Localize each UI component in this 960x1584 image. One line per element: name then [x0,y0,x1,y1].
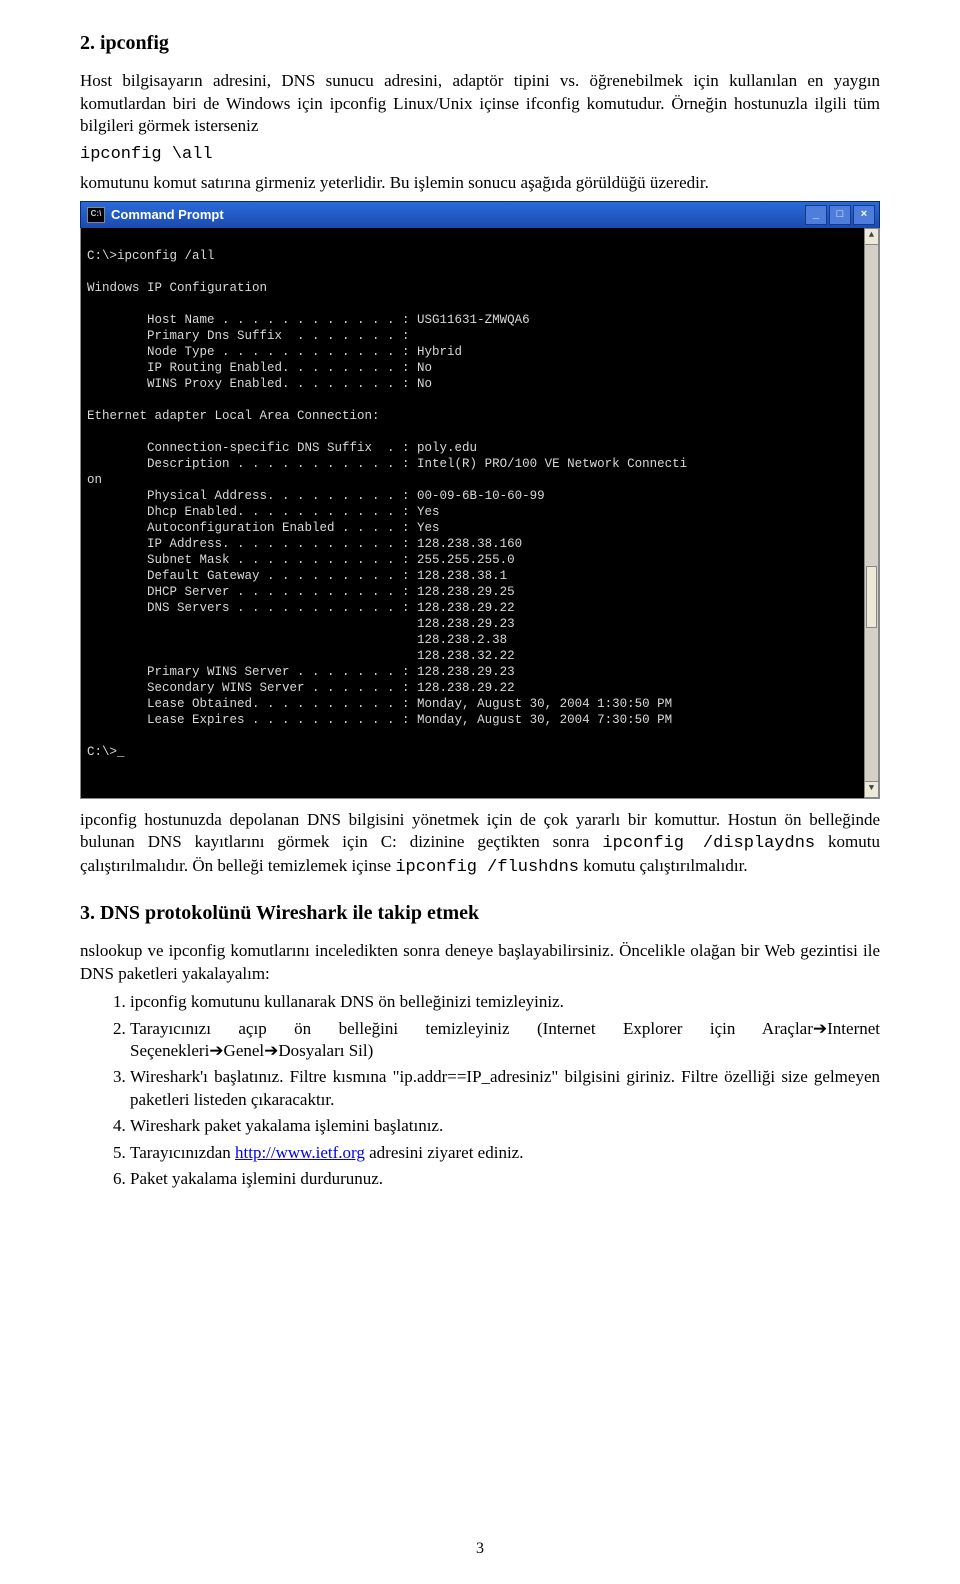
cmd-icon: C:\ [87,207,105,223]
close-button[interactable]: × [853,205,875,225]
text: adresini ziyaret ediniz. [365,1143,524,1162]
list-item: ipconfig komutunu kullanarak DNS ön bell… [130,991,880,1013]
text: Genel [224,1041,265,1060]
arrow-icon: ➔ [813,1019,827,1038]
arrow-icon: ➔ [264,1041,278,1060]
list-item: Wireshark'ı başlatınız. Filtre kısmına "… [130,1066,880,1111]
section-heading-ipconfig: 2. ipconfig [80,30,880,56]
ietf-link[interactable]: http://www.ietf.org [235,1143,365,1162]
terminal-text: C:\>ipconfig /all Windows IP Configurati… [87,249,687,759]
scroll-thumb[interactable] [866,566,877,628]
minimize-button[interactable]: _ [805,205,827,225]
paragraph: komutunu komut satırına girmeniz yeterli… [80,172,880,194]
section-heading-wireshark: 3. DNS protokolünü Wireshark ile takip e… [80,900,880,926]
terminal-output: C:\>ipconfig /all Windows IP Configurati… [80,228,880,799]
paragraph: ipconfig hostunuzda depolanan DNS bilgis… [80,809,880,880]
scroll-down-button[interactable]: ▼ [864,781,879,798]
scroll-track[interactable] [864,245,879,781]
window-title: Command Prompt [111,206,803,223]
code-line: ipconfig \all [80,144,880,166]
list-item: Paket yakalama işlemini durdurunuz. [130,1168,880,1190]
list-item: Wireshark paket yakalama işlemini başlat… [130,1115,880,1137]
paragraph: Host bilgisayarın adresini, DNS sunucu a… [80,70,880,137]
list-item: Tarayıcınızdan http://www.ietf.org adres… [130,1142,880,1164]
instruction-list: ipconfig komutunu kullanarak DNS ön bell… [80,991,880,1191]
paragraph: nslookup ve ipconfig komutlarını inceled… [80,940,880,985]
text: komutu çalıştırılmalıdır. [583,856,747,875]
text: Tarayıcınızı açıp ön belleğini temizleyi… [130,1019,813,1038]
text: Tarayıcınızdan [130,1143,235,1162]
list-item: Tarayıcınızı açıp ön belleğini temizleyi… [130,1018,880,1063]
arrow-icon: ➔ [209,1041,223,1060]
scroll-up-button[interactable]: ▲ [864,228,879,245]
code-inline: ipconfig /displaydns [602,834,815,853]
window-titlebar: C:\ Command Prompt _ □ × [80,201,880,228]
code-inline: ipconfig /flushdns [395,858,579,877]
page-number: 3 [476,1538,484,1559]
text: Host bilgisayarın adresini, DNS sunucu a… [80,71,880,135]
command-prompt-window: C:\ Command Prompt _ □ × C:\>ipconfig /a… [80,201,880,799]
text: Dosyaları Sil) [278,1041,373,1060]
maximize-button[interactable]: □ [829,205,851,225]
scrollbar[interactable]: ▲ ▼ [864,228,879,798]
